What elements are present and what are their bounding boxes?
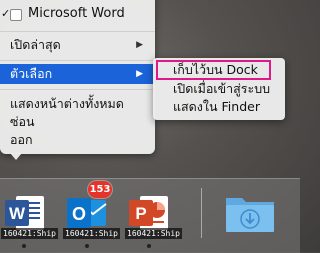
dock-divider bbox=[201, 188, 202, 238]
running-indicator bbox=[85, 244, 89, 248]
downloads-folder-icon bbox=[226, 198, 274, 232]
submenu-item-label: เปิดเมื่อเข้าสู่ระบบ bbox=[173, 81, 271, 96]
powerpoint-letter: P bbox=[135, 204, 146, 223]
menu-item-label: ซ่อน bbox=[10, 114, 35, 129]
submenu-item-open-at-login[interactable]: เปิดเมื่อเข้าสู่ระบบ bbox=[153, 80, 285, 98]
menu-item-label: ออก bbox=[10, 132, 33, 147]
menu-item-quit[interactable]: ออก bbox=[0, 130, 155, 150]
dock-context-menu: ✓ Microsoft Word เปิดล่าสุด ▶ ตัวเลือก ▶… bbox=[0, 0, 155, 154]
menu-separator bbox=[0, 31, 155, 32]
submenu-arrow-icon: ▶ bbox=[136, 69, 143, 79]
dock-app-caption: 160421:Ship bbox=[1, 228, 58, 239]
menu-item-recent[interactable]: เปิดล่าสุด ▶ bbox=[0, 35, 155, 55]
submenu-arrow-icon: ▶ bbox=[136, 40, 143, 50]
dock-app-caption: 160421:Ship bbox=[125, 228, 182, 239]
menu-item-show-all-windows[interactable]: แสดงหน้าต่างทั้งหมด bbox=[0, 94, 155, 114]
unread-count-badge: 153 bbox=[88, 181, 112, 198]
menu-item-label: Microsoft Word bbox=[28, 6, 125, 21]
word-letter: W bbox=[9, 204, 26, 223]
highlight-callout-box bbox=[156, 60, 271, 80]
menu-item-options[interactable]: ตัวเลือก ▶ bbox=[0, 64, 155, 84]
running-indicator bbox=[147, 244, 151, 248]
menu-item-label: เปิดล่าสุด bbox=[10, 37, 61, 52]
dock-downloads-folder[interactable] bbox=[222, 190, 278, 236]
menu-item-hide[interactable]: ซ่อน bbox=[0, 112, 155, 132]
menu-item-label: ตัวเลือก bbox=[10, 66, 53, 81]
submenu-item-show-in-finder[interactable]: แสดงใน Finder bbox=[153, 98, 285, 116]
submenu-item-label: แสดงใน Finder bbox=[173, 99, 260, 114]
running-indicator bbox=[22, 244, 26, 248]
menu-item-label: แสดงหน้าต่างทั้งหมด bbox=[10, 96, 124, 111]
outlook-letter: O bbox=[72, 204, 86, 224]
menu-separator bbox=[0, 89, 155, 90]
window-checkbox-icon bbox=[10, 9, 22, 21]
menu-separator bbox=[0, 60, 155, 61]
menu-item-microsoft-word[interactable]: ✓ Microsoft Word bbox=[0, 4, 155, 24]
checkmark-icon: ✓ bbox=[1, 7, 11, 20]
dock-app-caption: 160421:Ship bbox=[63, 228, 120, 239]
menu-pointer bbox=[10, 153, 22, 160]
